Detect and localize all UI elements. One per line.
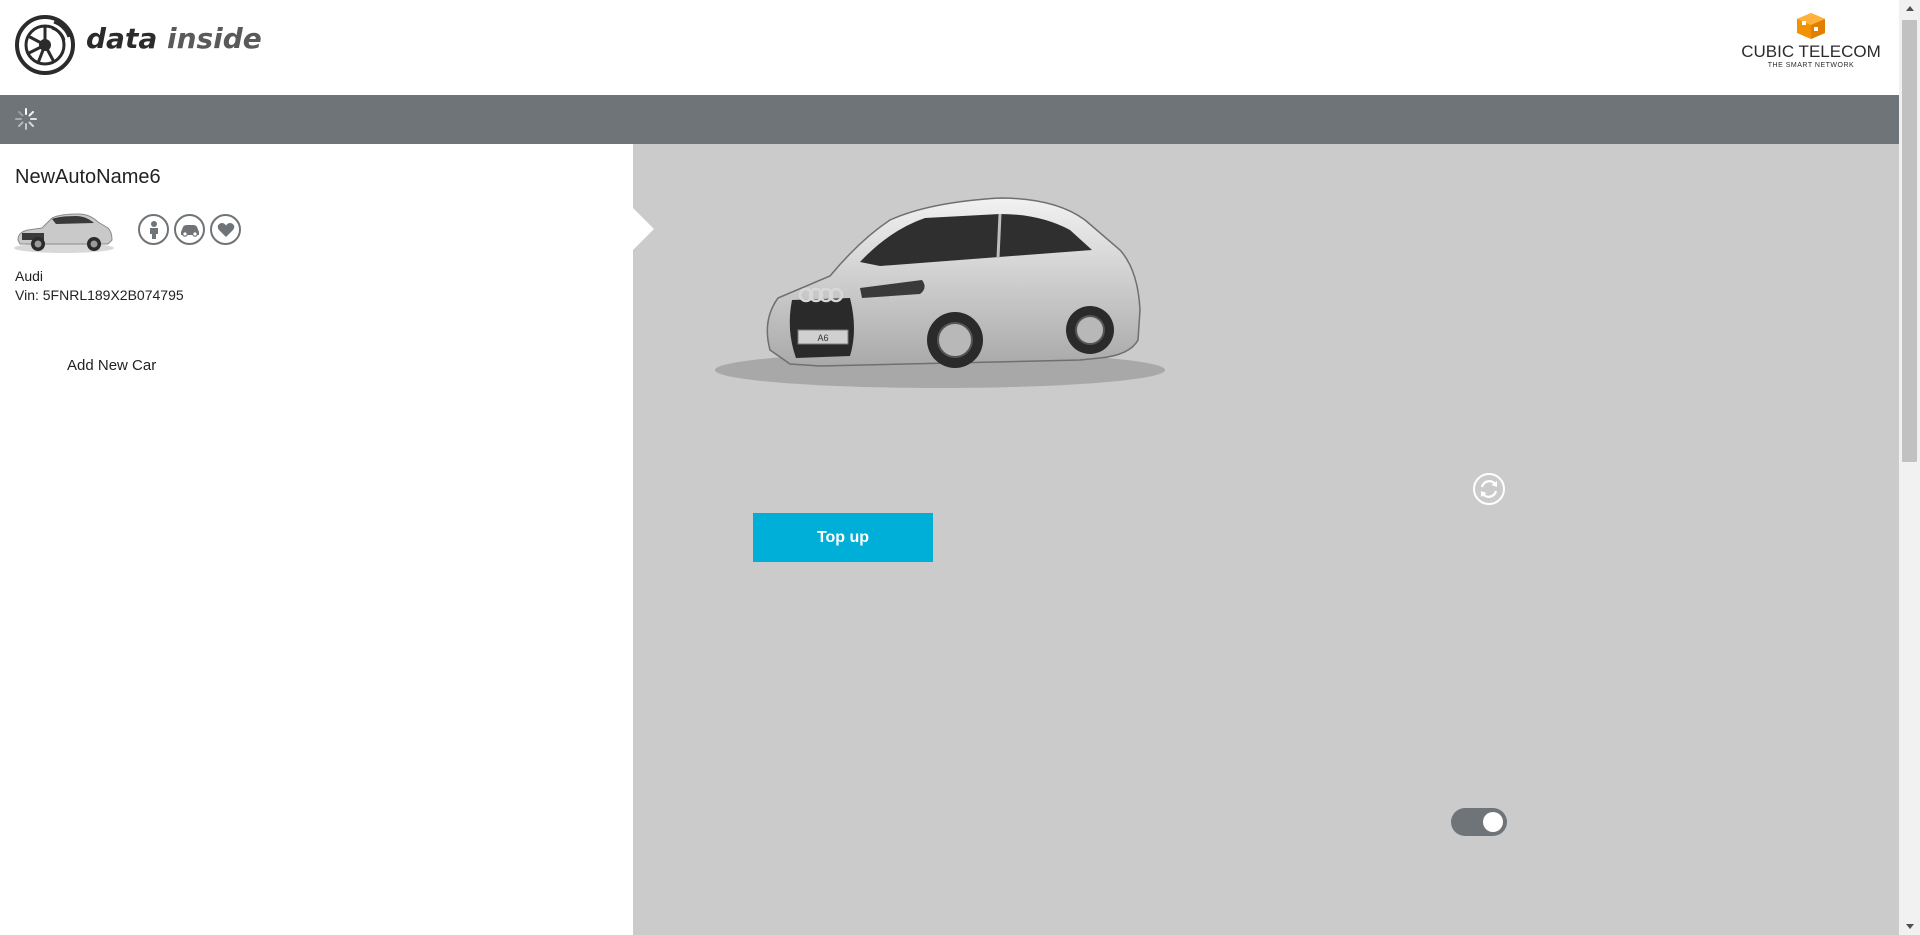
- data-inside-logo-icon: [15, 15, 75, 75]
- selection-pointer: [633, 208, 654, 250]
- refresh-icon[interactable]: [1472, 472, 1506, 506]
- partner-logo: CUBIC TELECOM THE SMART NETWORK: [1741, 12, 1881, 74]
- car-icon[interactable]: [174, 214, 205, 245]
- spinner-icon[interactable]: [14, 107, 38, 131]
- heart-icon[interactable]: [210, 214, 241, 245]
- toggle-knob: [1483, 812, 1503, 832]
- scroll-down-arrow-icon[interactable]: [1899, 918, 1920, 935]
- license-plate-text: A6: [817, 333, 828, 343]
- scrollbar-thumb[interactable]: [1902, 20, 1917, 462]
- toggle-switch[interactable]: [1451, 808, 1507, 836]
- car-name[interactable]: NewAutoName6: [15, 166, 161, 189]
- partner-tagline: THE SMART NETWORK: [1767, 62, 1855, 69]
- scroll-up-arrow-icon[interactable]: [1899, 0, 1920, 17]
- partner-name: CUBIC TELECOM: [1741, 42, 1881, 61]
- car-vin: Vin: 5FNRL189X2B074795: [15, 287, 184, 303]
- car-feature-icons: [138, 214, 241, 245]
- toolbar: [0, 95, 1899, 144]
- top-up-button[interactable]: Top up: [753, 513, 933, 562]
- brand-part-inside: inside: [166, 22, 262, 55]
- person-icon[interactable]: [138, 214, 169, 245]
- brand-title: data inside: [86, 22, 262, 55]
- add-new-car-button[interactable]: Add New Car: [67, 357, 156, 374]
- brand-part-data: data: [86, 22, 158, 55]
- car-make: Audi: [15, 268, 44, 284]
- sidebar: [0, 144, 633, 935]
- car-hero-image: A6: [715, 197, 1165, 388]
- cube-icon: [1797, 13, 1825, 39]
- car-thumbnail[interactable]: [12, 202, 116, 254]
- app-header: data inside CUBIC TELECOM THE SMART NETW…: [0, 0, 1899, 95]
